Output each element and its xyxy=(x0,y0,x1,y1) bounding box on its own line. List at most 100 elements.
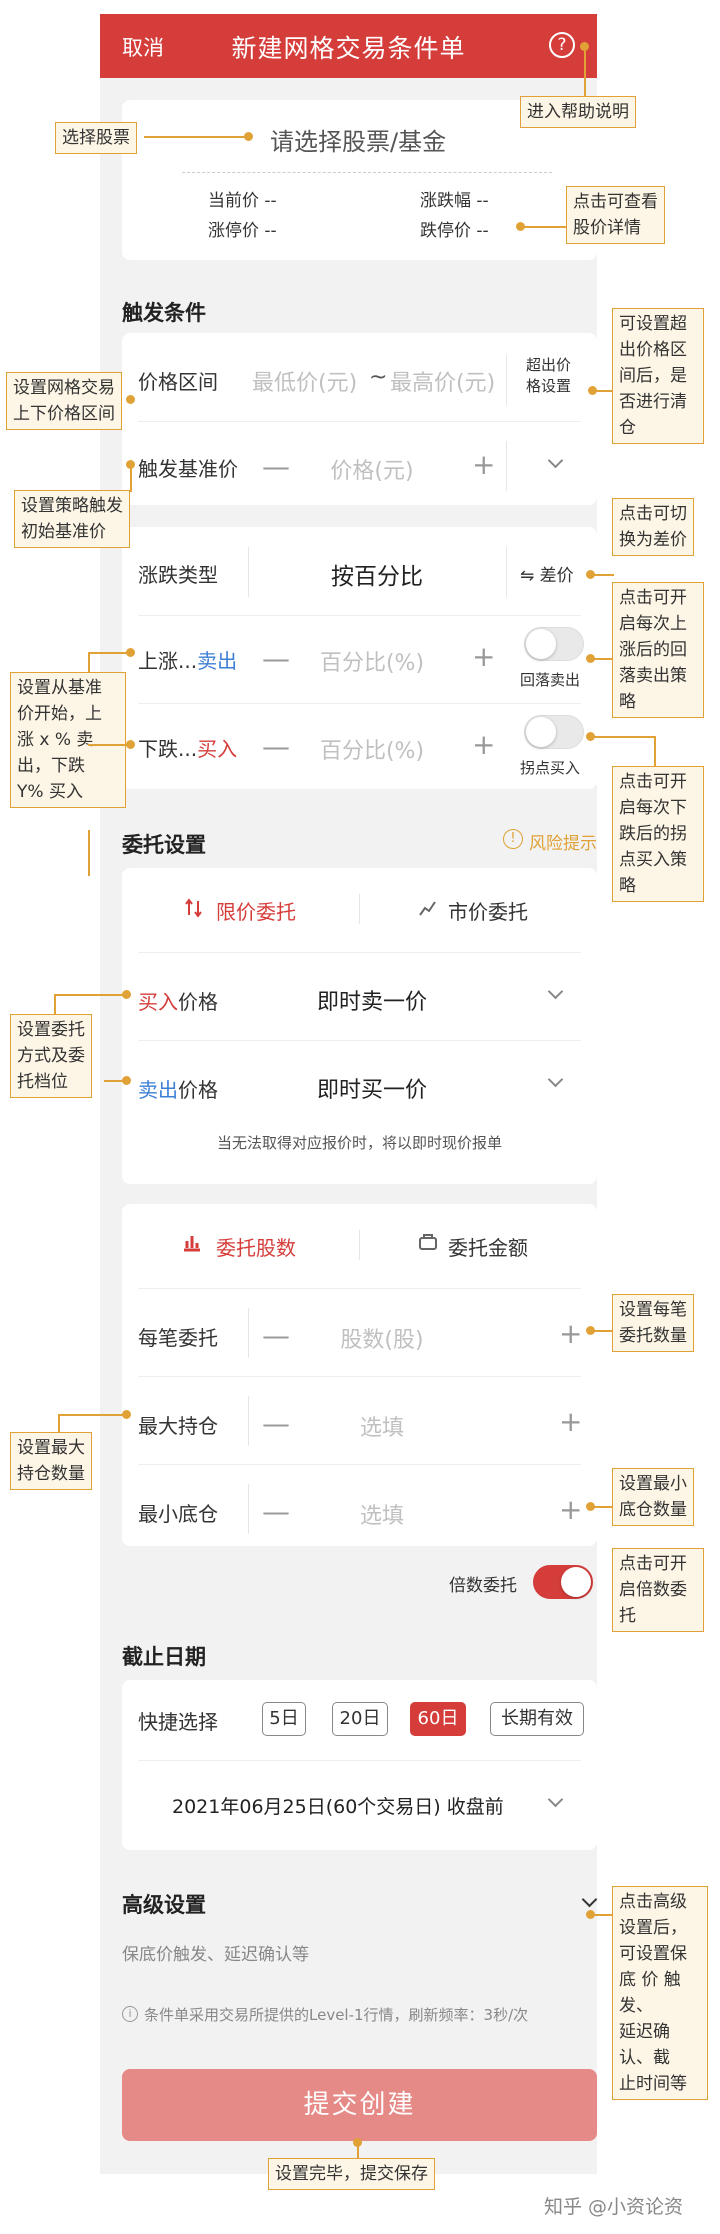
annotation-fall-toggle: 点击可开 启每次下 跌后的拐 点买入策 略 xyxy=(612,766,704,902)
annotation-line xyxy=(58,1414,124,1416)
tab-order-amount[interactable]: 委托金额 xyxy=(360,1204,597,1284)
chevron-down-icon[interactable] xyxy=(547,1791,564,1808)
help-icon[interactable]: ? xyxy=(549,32,575,58)
annotation-text: 点买入策 xyxy=(619,850,687,870)
base-price-input[interactable]: 价格(元) xyxy=(302,453,442,485)
annotation-per-order: 设置每笔 委托数量 xyxy=(612,1294,694,1352)
row-divider xyxy=(138,703,581,704)
annotation-line xyxy=(88,652,128,654)
multiple-order-toggle[interactable] xyxy=(533,1565,593,1599)
rise-plus-button[interactable]: + xyxy=(472,643,495,671)
rise-percent-input[interactable]: 百分比(%) xyxy=(302,645,442,677)
out-of-range-setting[interactable]: 超出价 格设置 xyxy=(526,355,571,397)
deadline-date-select[interactable]: 2021年06月25日(60个交易日) 收盘前 xyxy=(172,1792,504,1819)
annotation-order-method: 设置委托 方式及委 托档位 xyxy=(10,1014,92,1098)
rise-label: 上涨...卖出 xyxy=(138,645,237,674)
max-position-plus-button[interactable]: + xyxy=(559,1408,582,1436)
annotation-line xyxy=(104,1080,124,1082)
watermark: 知乎 @小资论资 xyxy=(544,2196,684,2218)
min-position-minus-button[interactable]: — xyxy=(262,1498,290,1526)
annotation-text: 可设置超 xyxy=(619,314,687,334)
price-range-label: 价格区间 xyxy=(138,370,218,394)
sell-price-select[interactable]: 即时买一价 xyxy=(272,1072,472,1104)
tab-market-order[interactable]: 市价委托 xyxy=(360,868,597,948)
fall-percent-input[interactable]: 百分比(%) xyxy=(302,733,442,765)
risk-tip-label: 风险提示 xyxy=(529,834,597,854)
buy-price-label-rest: 价格 xyxy=(178,990,218,1014)
annotation-line xyxy=(592,390,612,392)
chevron-down-icon[interactable] xyxy=(547,1071,564,1088)
advanced-settings-title[interactable]: 高级设置 xyxy=(122,1889,206,1919)
vertical-separator xyxy=(506,547,507,597)
toggle-knob xyxy=(526,717,556,747)
tab-market-label: 市价委托 xyxy=(448,900,528,924)
annotation-line xyxy=(590,736,654,738)
chip-60-days[interactable]: 60日 xyxy=(410,1702,466,1736)
bar-chart-icon xyxy=(184,1236,200,1252)
max-position-input[interactable]: 选填 xyxy=(292,1410,472,1442)
buy-price-label-action: 买入 xyxy=(138,990,178,1014)
fallback-note: 当无法取得对应报价时，将以即时现价报单 xyxy=(216,1134,502,1152)
chip-20-days[interactable]: 20日 xyxy=(332,1702,388,1736)
order-price-card: 限价委托 市价委托 买入价格 即时卖一价 卖出价格 即时买一价 当无法取得对应报… xyxy=(122,868,597,1184)
chevron-down-icon[interactable] xyxy=(547,983,564,1000)
turning-point-buy-toggle[interactable] xyxy=(524,715,584,749)
min-position-plus-button[interactable]: + xyxy=(559,1496,582,1524)
limit-down-price: 跌停价 -- xyxy=(420,221,489,241)
risk-tip-link[interactable]: ! 风险提示 xyxy=(503,829,597,854)
per-order-input[interactable]: 股数(股) xyxy=(292,1322,472,1354)
tab-amount-label: 委托金额 xyxy=(448,1236,528,1260)
annotation-multiple: 点击可开 启倍数委 托 xyxy=(612,1548,704,1632)
annotation-select-stock: 选择股票 xyxy=(55,122,137,154)
tab-order-shares[interactable]: 委托股数 xyxy=(122,1204,359,1284)
fall-minus-button[interactable]: — xyxy=(262,733,290,761)
annotation-text: 涨后的回 xyxy=(619,640,687,660)
annotation-text: 点击可查看 xyxy=(573,192,658,212)
deadline-section-title: 截止日期 xyxy=(122,1645,206,1669)
annotation-text: 止时间等 xyxy=(619,2074,687,2094)
annotation-text: 涨 x % 卖 xyxy=(17,730,94,750)
footnote: 条件单采用交易所提供的Level-1行情，刷新频率：3秒/次 xyxy=(144,2006,529,2024)
rise-minus-button[interactable]: — xyxy=(262,645,290,673)
trigger-card: 价格区间 最低价(元) ~ 最高价(元) 超出价 格设置 触发基准价 — 价格(… xyxy=(122,333,597,505)
annotation-text: 略 xyxy=(619,876,636,896)
annotation-text: 延迟确认、截 xyxy=(619,2022,670,2068)
row-divider xyxy=(138,1760,581,1761)
swap-vertical-icon xyxy=(185,898,202,918)
quick-select-label: 快捷选择 xyxy=(138,1710,218,1734)
switch-diff-button[interactable]: ⇋ 差价 xyxy=(520,561,574,586)
fall-plus-button[interactable]: + xyxy=(472,731,495,759)
per-order-minus-button[interactable]: — xyxy=(262,1322,290,1350)
base-price-plus-button[interactable]: + xyxy=(472,451,495,479)
fall-back-sell-toggle[interactable] xyxy=(524,627,584,661)
vertical-separator xyxy=(506,441,507,491)
chip-5-days[interactable]: 5日 xyxy=(262,1702,306,1736)
warning-icon: ! xyxy=(503,829,523,849)
min-price-input[interactable]: 最低价(元) xyxy=(252,365,357,397)
annotation-text: 设置委托 xyxy=(17,1020,85,1040)
change-type-label: 涨跌类型 xyxy=(138,563,218,587)
vertical-separator xyxy=(248,1396,249,1446)
tab-limit-label: 限价委托 xyxy=(216,900,296,924)
buy-price-select[interactable]: 即时卖一价 xyxy=(272,984,472,1016)
chip-long-term[interactable]: 长期有效 xyxy=(490,1702,584,1736)
toggle-knob xyxy=(561,1567,591,1597)
per-order-plus-button[interactable]: + xyxy=(559,1320,582,1348)
stock-select-input[interactable]: 请选择股票/基金 xyxy=(270,122,446,157)
annotation-max-position: 设置最大 持仓数量 xyxy=(10,1432,92,1490)
annotation-dot xyxy=(126,648,135,657)
annotation-text: 设置每笔 xyxy=(619,1300,687,1320)
annotation-line xyxy=(590,1506,614,1508)
annotation-text: 可设置保 xyxy=(619,1944,687,1964)
min-position-input[interactable]: 选填 xyxy=(292,1498,472,1530)
max-price-input[interactable]: 最高价(元) xyxy=(390,365,495,397)
change-type-value[interactable]: 按百分比 xyxy=(248,557,506,591)
annotation-advanced: 点击高级 设置后， 可设置保 底 价 触发、 延迟确认、截 止时间等 xyxy=(612,1886,708,2100)
chevron-down-icon[interactable] xyxy=(547,452,564,469)
max-position-minus-button[interactable]: — xyxy=(262,1410,290,1438)
base-price-minus-button[interactable]: — xyxy=(262,453,290,481)
annotation-text: 换为差价 xyxy=(619,530,687,550)
tab-limit-order[interactable]: 限价委托 xyxy=(122,868,359,948)
annotation-switch-diff: 点击可切 换为差价 xyxy=(612,498,694,556)
submit-button[interactable]: 提交创建 xyxy=(122,2069,597,2141)
